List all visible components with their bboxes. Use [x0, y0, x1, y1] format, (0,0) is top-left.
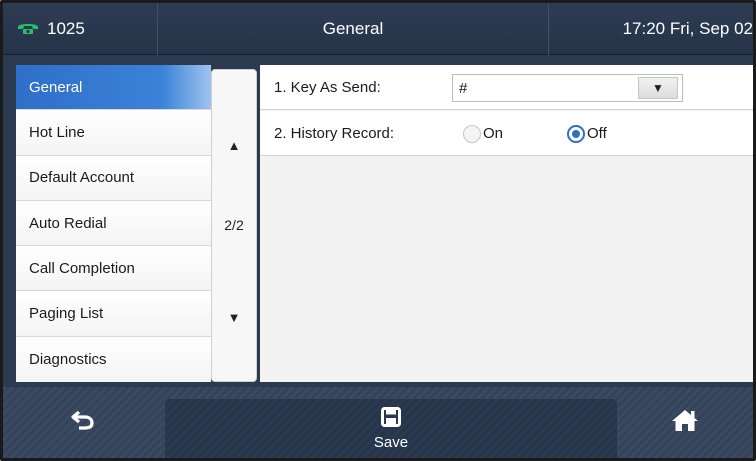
menu-item-call-completion[interactable]: Call Completion — [16, 246, 211, 292]
dropdown-arrow-icon[interactable]: ▼ — [638, 77, 678, 99]
save-label: Save — [373, 433, 409, 451]
menu-item-hot-line[interactable]: Hot Line — [16, 110, 211, 156]
scroll-up-icon[interactable]: ▲ — [212, 138, 256, 153]
menu-item-diagnostics[interactable]: Diagnostics — [16, 336, 211, 383]
phone-icon — [17, 19, 39, 40]
back-arrow-icon — [70, 409, 96, 436]
home-icon — [671, 408, 699, 437]
settings-menu: General Hot Line Default Account Auto Re… — [16, 65, 211, 383]
menu-item-label: General — [29, 78, 83, 96]
back-button[interactable] — [3, 387, 163, 458]
radio-label: Off — [587, 125, 607, 142]
menu-item-label: Paging List — [29, 305, 104, 323]
menu-item-paging-list[interactable]: Paging List — [16, 291, 211, 337]
setting-row-key-as-send: 1. Key As Send: # ▼ — [260, 65, 753, 110]
menu-item-label: Call Completion — [29, 259, 135, 277]
floppy-disk-icon — [381, 406, 401, 432]
menu-item-default-account[interactable]: Default Account — [16, 155, 211, 201]
page-indicator: 2/2 — [224, 217, 244, 233]
menu-item-label: Hot Line — [29, 123, 85, 141]
page-title: General — [322, 19, 384, 38]
menu-item-label: Default Account — [29, 169, 135, 187]
softkey-bar: Save — [3, 387, 753, 458]
menu-item-label: Auto Redial — [29, 214, 107, 232]
scroll-down-icon[interactable]: ▼ — [212, 310, 256, 325]
history-record-off-radio[interactable]: Off — [567, 111, 607, 156]
radio-circle-icon — [463, 124, 481, 143]
dropdown-value: # — [459, 79, 468, 97]
save-button[interactable]: Save — [165, 399, 617, 458]
setting-label: 1. Key As Send: — [274, 79, 381, 96]
radio-circle-icon — [567, 124, 585, 143]
home-button[interactable] — [617, 387, 753, 458]
history-record-on-radio[interactable]: On — [463, 111, 503, 156]
setting-row-history-record: 2. History Record: On Off — [260, 111, 753, 156]
phone-screen: 1025 General 17:20 Fri, Sep 02 General H… — [0, 0, 756, 461]
menu-item-general[interactable]: General — [16, 65, 211, 111]
account-number: 1025 — [47, 19, 85, 38]
menu-scrollbar: ▲ 2/2 ▼ — [211, 69, 257, 382]
clock: 17:20 Fri, Sep 02 — [548, 3, 753, 55]
status-bar: 1025 General 17:20 Fri, Sep 02 — [3, 3, 753, 55]
radio-label: On — [483, 125, 504, 142]
setting-label: 2. History Record: — [274, 125, 395, 142]
settings-panel: 1. Key As Send: # ▼ 2. History Record: O… — [260, 65, 753, 382]
menu-item-label: Diagnostics — [29, 350, 107, 368]
account-indicator: 1025 — [3, 3, 158, 55]
menu-item-auto-redial[interactable]: Auto Redial — [16, 200, 211, 247]
key-as-send-dropdown[interactable]: # ▼ — [452, 74, 683, 102]
